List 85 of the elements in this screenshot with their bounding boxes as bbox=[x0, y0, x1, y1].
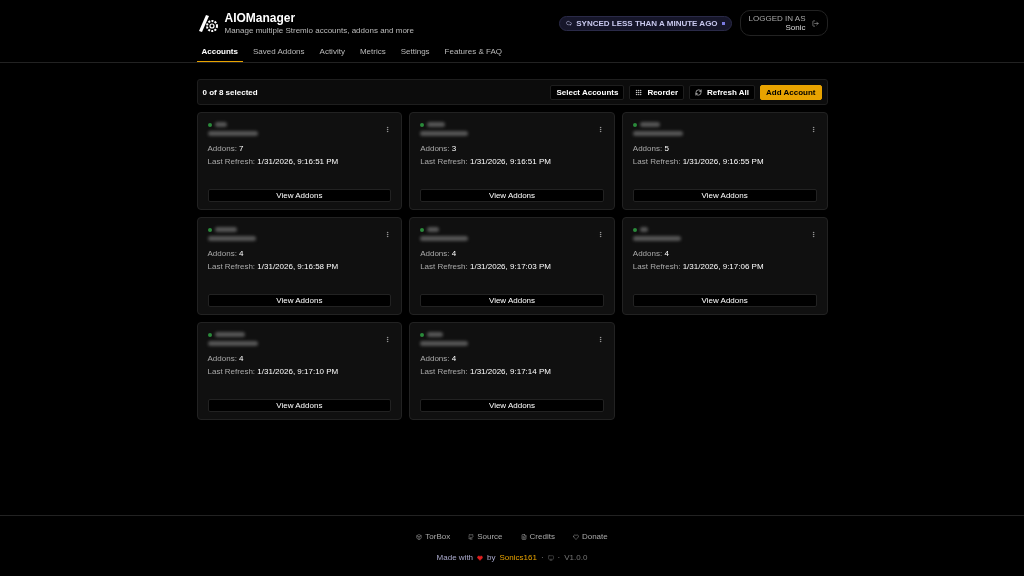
nav-tab[interactable]: Accounts bbox=[196, 44, 243, 62]
nav-tab[interactable]: Saved Addons bbox=[247, 44, 310, 62]
addons-count: Addons: 7 bbox=[207, 144, 244, 153]
addons-count: Addons: 4 bbox=[207, 354, 244, 363]
refresh-all-button[interactable]: Refresh All bbox=[689, 84, 755, 100]
last-refresh: Last Refresh: 1/31/2026, 9:16:58 PM bbox=[207, 262, 339, 271]
add-account-button[interactable]: Add Account bbox=[760, 84, 822, 100]
app-subtitle: Manage multiple Stremio accounts, addons and more bbox=[224, 26, 414, 35]
redacted-email bbox=[207, 341, 258, 346]
view-addons-button[interactable]: View Addons bbox=[632, 294, 817, 307]
nav-tab[interactable]: Features & FAQ bbox=[439, 44, 507, 62]
redacted-email bbox=[420, 341, 469, 346]
document-icon bbox=[520, 533, 527, 540]
heart-icon bbox=[572, 533, 579, 540]
last-refresh: Last Refresh: 1/31/2026, 9:17:10 PM bbox=[207, 367, 339, 376]
nav-tab[interactable]: Settings bbox=[395, 44, 435, 62]
sync-status[interactable]: SYNCED LESS THAN A MINUTE AGO bbox=[559, 15, 732, 31]
footer-link[interactable]: TorBox bbox=[416, 532, 451, 541]
redacted-name bbox=[427, 122, 446, 127]
monitor-icon bbox=[547, 554, 554, 561]
redacted-email bbox=[420, 131, 469, 136]
addons-count: Addons: 4 bbox=[420, 249, 457, 258]
view-addons-button[interactable]: View Addons bbox=[207, 399, 392, 412]
version-text: V1.0.0 bbox=[564, 553, 588, 562]
by-text: by bbox=[487, 553, 496, 562]
status-dot-icon bbox=[420, 332, 425, 337]
addons-count: Addons: 4 bbox=[632, 249, 669, 258]
status-dot-icon bbox=[420, 122, 425, 127]
redacted-email bbox=[420, 236, 469, 241]
logged-in-caption: LOGGED IN AS bbox=[748, 14, 806, 23]
github-icon bbox=[468, 533, 475, 540]
view-addons-button[interactable]: View Addons bbox=[207, 189, 392, 202]
redacted-email bbox=[632, 236, 681, 241]
footer-link[interactable]: Donate bbox=[572, 532, 608, 541]
sync-text: SYNCED LESS THAN A MINUTE AGO bbox=[576, 18, 718, 28]
footer-link[interactable]: Source bbox=[468, 532, 503, 541]
logout-icon[interactable] bbox=[811, 19, 819, 27]
addons-count: Addons: 5 bbox=[632, 144, 669, 153]
status-dot-icon bbox=[632, 227, 637, 232]
redacted-name bbox=[214, 332, 245, 337]
last-refresh: Last Refresh: 1/31/2026, 9:17:06 PM bbox=[632, 262, 764, 271]
cloud-icon bbox=[566, 20, 573, 26]
separator: · bbox=[557, 553, 561, 562]
addons-count: Addons: 4 bbox=[207, 249, 244, 258]
separator: · bbox=[540, 553, 544, 562]
last-refresh: Last Refresh: 1/31/2026, 9:17:03 PM bbox=[420, 262, 551, 271]
redacted-email bbox=[632, 131, 683, 136]
status-dot-icon bbox=[207, 122, 212, 127]
status-dot-icon bbox=[207, 227, 212, 232]
redacted-name bbox=[639, 122, 660, 127]
nav-tab[interactable]: Metrics bbox=[354, 44, 391, 62]
select-accounts-button[interactable]: Select Accounts bbox=[550, 84, 625, 100]
author-link[interactable]: Sonics161 bbox=[499, 553, 537, 562]
user-name: Sonic bbox=[785, 23, 806, 32]
selection-count: 0 of 8 selected bbox=[202, 87, 258, 97]
last-refresh: Last Refresh: 1/31/2026, 9:17:14 PM bbox=[420, 367, 551, 376]
logo-icon bbox=[196, 13, 219, 33]
redacted-email bbox=[207, 236, 256, 241]
nav-tab[interactable]: Activity bbox=[314, 44, 350, 62]
made-with-text: Made with bbox=[436, 553, 474, 562]
reorder-button[interactable]: Reorder bbox=[629, 84, 685, 100]
refresh-icon bbox=[695, 88, 703, 96]
view-addons-button[interactable]: View Addons bbox=[420, 399, 604, 412]
view-addons-button[interactable]: View Addons bbox=[420, 189, 604, 202]
app-title: AIOManager bbox=[224, 11, 297, 25]
footer-link[interactable]: Credits bbox=[520, 532, 555, 541]
redacted-name bbox=[427, 227, 440, 232]
view-addons-button[interactable]: View Addons bbox=[632, 189, 817, 202]
redacted-email bbox=[207, 131, 258, 136]
view-addons-button[interactable]: View Addons bbox=[420, 294, 604, 307]
addons-count: Addons: 3 bbox=[420, 144, 457, 153]
box-icon bbox=[416, 533, 423, 540]
status-dot-icon bbox=[632, 122, 637, 127]
view-addons-button[interactable]: View Addons bbox=[207, 294, 392, 307]
redacted-name bbox=[214, 122, 227, 127]
last-refresh: Last Refresh: 1/31/2026, 9:16:51 PM bbox=[207, 157, 339, 166]
last-refresh: Last Refresh: 1/31/2026, 9:16:55 PM bbox=[632, 157, 764, 166]
redacted-name bbox=[214, 227, 237, 232]
last-refresh: Last Refresh: 1/31/2026, 9:16:51 PM bbox=[420, 157, 551, 166]
addons-count: Addons: 4 bbox=[420, 354, 457, 363]
heart-icon bbox=[477, 554, 484, 561]
redacted-name bbox=[639, 227, 648, 232]
redacted-name bbox=[427, 332, 444, 337]
status-dot-icon bbox=[420, 227, 425, 232]
status-dot-icon bbox=[207, 332, 212, 337]
